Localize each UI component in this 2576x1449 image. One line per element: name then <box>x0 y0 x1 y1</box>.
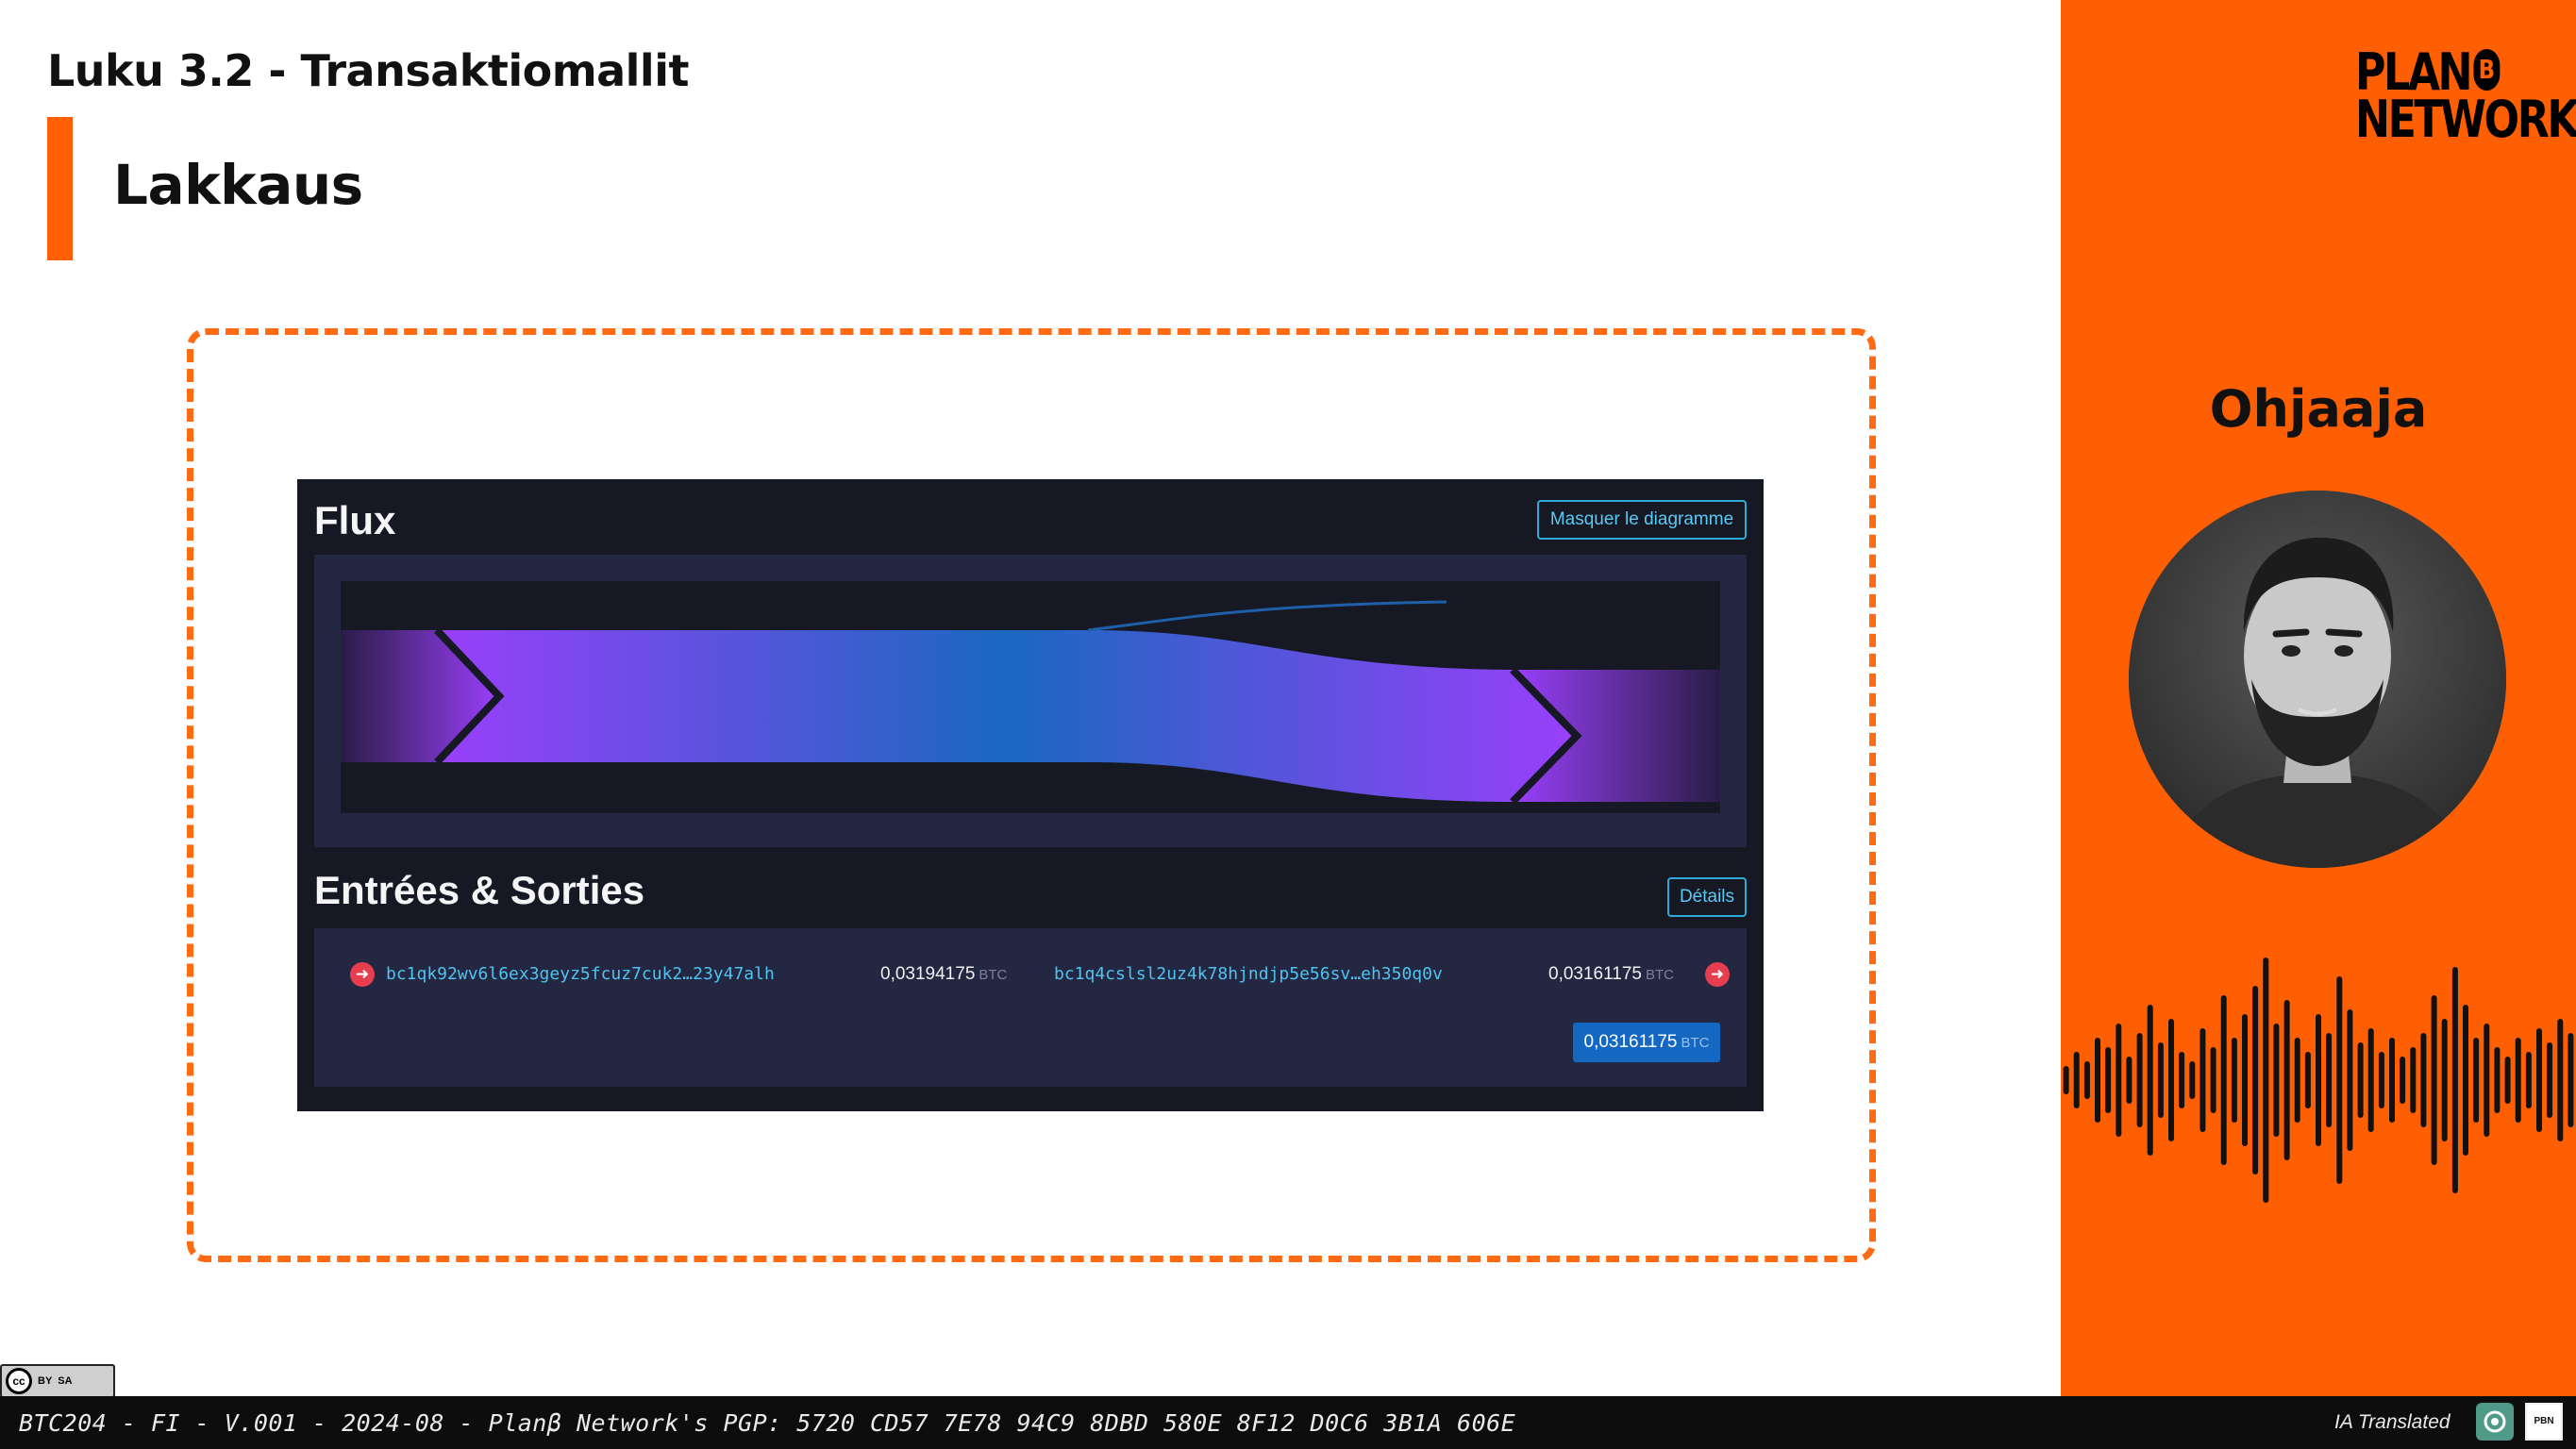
waveform-bar <box>2515 1038 2521 1123</box>
flow-diagram-svg <box>341 581 1720 813</box>
cc-sa-label: SA <box>58 1375 73 1387</box>
waveform-bar <box>2410 1047 2417 1113</box>
total-amount-unit: BTC <box>1681 1034 1710 1051</box>
waveform-bar <box>2525 1052 2532 1108</box>
cc-license-badge: cc BY SA <box>0 1364 115 1398</box>
input-amount: 0,03194175 BTC <box>880 964 1007 985</box>
logo-b-icon: B <box>2473 49 2501 91</box>
waveform-bar <box>2441 1019 2448 1141</box>
planb-network-logo: PLAN B NETWORK <box>2355 47 2576 149</box>
waveform-bar <box>2083 1061 2090 1099</box>
transaction-screenshot: Flux Masquer le diagramme Entrées & Sort… <box>297 479 1764 1111</box>
waveform-bar <box>2147 1005 2153 1156</box>
waveform-bar <box>2536 1028 2542 1132</box>
ai-translation-icon <box>2476 1403 2514 1441</box>
waveform-bar <box>2451 967 2458 1193</box>
waveform-bar <box>2463 1005 2468 1156</box>
waveform-bar <box>2189 1061 2196 1099</box>
inputs-outputs-heading: Entrées & Sorties <box>314 868 645 912</box>
input-amount-value: 0,03194175 <box>880 964 976 984</box>
ia-translated-label: IA Translated <box>2334 1411 2451 1433</box>
flux-heading: Flux <box>314 498 396 542</box>
waveform-bar <box>2200 1028 2206 1132</box>
waveform-bar <box>2116 1024 2122 1137</box>
translator-brand-icon: PBN <box>2525 1403 2563 1441</box>
waveform-bar <box>2126 1057 2133 1104</box>
waveform-bar <box>2242 1014 2248 1146</box>
avatar-illustration <box>2129 491 2506 868</box>
details-button[interactable]: Détails <box>1667 877 1747 917</box>
presenter-label: Ohjaaja <box>2209 379 2428 439</box>
waveform-bar <box>2273 1024 2280 1137</box>
waveform-bar <box>2095 1038 2100 1123</box>
footer-pgp-text: BTC204 - FI - V.001 - 2024-08 - Planβ Ne… <box>19 1409 1516 1437</box>
waveform-bar <box>2400 1057 2406 1104</box>
waveform-bar <box>2283 1000 2290 1160</box>
output-amount-unit: BTC <box>1645 967 1674 983</box>
output-amount-value: 0,03161175 <box>1548 964 1642 984</box>
input-address-link[interactable]: bc1qk92wv6l6ex3geyz5fcuz7cuk2…23y47alh <box>386 964 775 984</box>
waveform-bar <box>2231 1038 2237 1123</box>
flux-diagram <box>314 555 1747 847</box>
waveform-bar <box>2263 958 2269 1203</box>
waveform-bar <box>2316 1014 2321 1146</box>
waveform-bar <box>2568 1033 2574 1127</box>
total-amount-badge: 0,03161175 BTC <box>1573 1023 1720 1062</box>
waveform-bar <box>2294 1038 2300 1123</box>
waveform-bar <box>2484 1024 2490 1137</box>
waveform-bar <box>2136 1033 2143 1127</box>
audio-waveform-icon <box>2063 958 2574 1203</box>
total-amount-value: 0,03161175 <box>1583 1032 1678 1052</box>
cc-icon: cc <box>6 1368 32 1394</box>
waveform-bar <box>2336 976 2343 1184</box>
waveform-bar <box>2431 995 2437 1165</box>
waveform-bar <box>2326 1033 2333 1127</box>
waveform-bar <box>2210 1047 2216 1113</box>
waveform-bar <box>2504 1057 2511 1104</box>
presenter-avatar <box>2129 491 2506 868</box>
cc-by-label: BY <box>38 1375 53 1387</box>
waveform-bar <box>2357 1042 2364 1118</box>
waveform-bar <box>2157 1042 2164 1118</box>
waveform-bar <box>2073 1052 2080 1108</box>
waveform-bar <box>2420 1033 2427 1127</box>
waveform-bar <box>2557 1019 2564 1141</box>
waveform-bar <box>2179 1052 2185 1108</box>
footer-bar: BTC204 - FI - V.001 - 2024-08 - Planβ Ne… <box>0 1396 2576 1449</box>
hide-diagram-button[interactable]: Masquer le diagramme <box>1537 500 1747 540</box>
waveform-bar <box>2168 1019 2174 1141</box>
waveform-bar <box>2547 1042 2553 1118</box>
title-accent-bar <box>47 117 73 260</box>
input-arrow-icon[interactable]: ➜ <box>350 962 375 987</box>
waveform-bar <box>2473 1038 2480 1123</box>
input-amount-unit: BTC <box>979 967 1008 983</box>
output-amount: 0,03161175 BTC <box>1548 964 1674 985</box>
output-arrow-icon[interactable]: ➜ <box>1705 962 1730 987</box>
output-address-link[interactable]: bc1q4cslsl2uz4k78hjndjp5e56sv…eh350q0v <box>1054 964 1443 984</box>
inputs-outputs-panel: ➜ bc1qk92wv6l6ex3geyz5fcuz7cuk2…23y47alh… <box>314 928 1747 1087</box>
chapter-title: Luku 3.2 - Transaktiomallit <box>47 45 689 96</box>
waveform-bar <box>2252 986 2259 1174</box>
waveform-bar <box>2063 1066 2069 1094</box>
logo-network-text: NETWORK <box>2355 90 2576 149</box>
waveform-bar <box>2220 995 2227 1165</box>
waveform-bar <box>2105 1047 2112 1113</box>
slide-title: Lakkaus <box>113 153 363 217</box>
waveform-bar <box>2389 1038 2395 1123</box>
presenter-sidebar: PLAN B NETWORK Ohjaaja <box>2061 0 2576 1396</box>
waveform-bar <box>2367 1028 2374 1132</box>
waveform-bar <box>2304 1052 2311 1108</box>
waveform-bar <box>2494 1047 2501 1113</box>
waveform-bar <box>2347 1009 2353 1151</box>
waveform-bar <box>2378 1052 2384 1108</box>
